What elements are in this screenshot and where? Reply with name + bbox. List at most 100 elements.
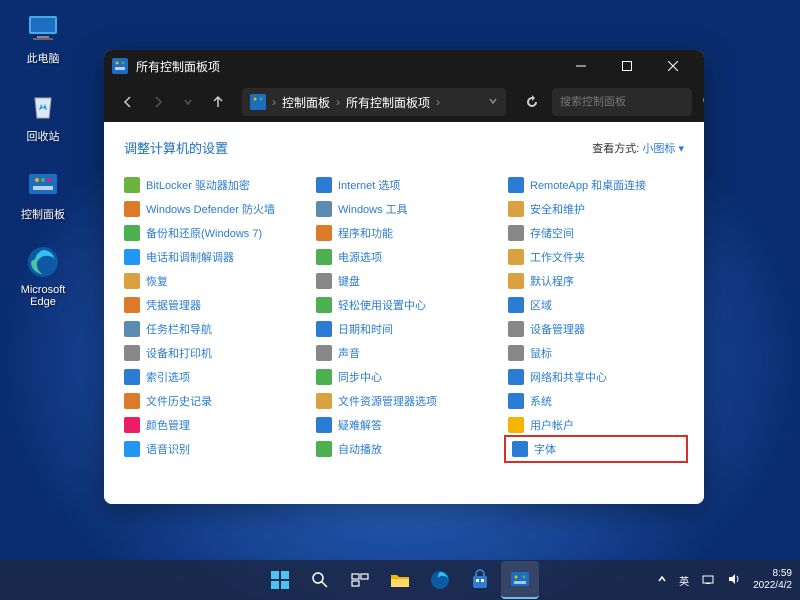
start-button[interactable] <box>261 561 299 599</box>
control-panel-item[interactable]: 索引选项 <box>124 367 300 387</box>
item-icon <box>316 177 332 193</box>
item-label: 字体 <box>534 441 556 457</box>
task-view-button[interactable] <box>341 561 379 599</box>
ime-indicator[interactable]: 英 <box>679 573 689 588</box>
control-panel-item[interactable]: Windows Defender 防火墙 <box>124 199 300 219</box>
control-panel-item[interactable]: 电源选项 <box>316 247 492 267</box>
store-button[interactable] <box>461 561 499 599</box>
search-box[interactable] <box>552 88 692 116</box>
control-panel-item[interactable]: 区域 <box>508 295 684 315</box>
maximize-button[interactable] <box>604 50 650 82</box>
control-panel-item[interactable]: 电话和调制解调器 <box>124 247 300 267</box>
breadcrumb-root[interactable]: 控制面板 <box>282 94 330 111</box>
item-label: 自动播放 <box>338 441 382 457</box>
time: 8:59 <box>753 568 792 580</box>
breadcrumb-current[interactable]: 所有控制面板项 <box>346 94 430 111</box>
control-panel-item[interactable]: Windows 工具 <box>316 199 492 219</box>
item-label: 设备和打印机 <box>146 345 212 361</box>
view-mode-link[interactable]: 小图标 ▾ <box>642 143 684 155</box>
item-label: Windows 工具 <box>338 201 408 217</box>
control-panel-item[interactable]: 任务栏和导航 <box>124 319 300 339</box>
control-panel-item[interactable]: 日期和时间 <box>316 319 492 339</box>
item-label: 凭据管理器 <box>146 297 201 313</box>
control-panel-item[interactable]: 同步中心 <box>316 367 492 387</box>
search-button[interactable] <box>301 561 339 599</box>
item-label: 文件资源管理器选项 <box>338 393 437 409</box>
explorer-button[interactable] <box>381 561 419 599</box>
breadcrumb-dropdown[interactable] <box>488 95 498 109</box>
back-button[interactable] <box>116 90 140 114</box>
search-input[interactable] <box>560 96 702 108</box>
desktop-icon-edge[interactable]: Microsoft Edge <box>8 242 78 308</box>
window-title: 所有控制面板项 <box>136 58 558 75</box>
network-icon[interactable] <box>701 572 715 589</box>
control-panel-item[interactable]: BitLocker 驱动器加密 <box>124 175 300 195</box>
item-label: Internet 选项 <box>338 177 400 193</box>
minimize-button[interactable] <box>558 50 604 82</box>
control-panel-item[interactable]: 颜色管理 <box>124 415 300 435</box>
control-panel-item[interactable]: 疑难解答 <box>316 415 492 435</box>
item-label: 同步中心 <box>338 369 382 385</box>
control-panel-item[interactable]: 恢复 <box>124 271 300 291</box>
desktop-icon-this-pc[interactable]: 此电脑 <box>8 8 78 66</box>
control-panel-item[interactable]: 文件资源管理器选项 <box>316 391 492 411</box>
control-panel-item[interactable]: 字体 <box>508 439 684 459</box>
breadcrumb-sep: › <box>436 95 440 109</box>
item-label: 声音 <box>338 345 360 361</box>
refresh-button[interactable] <box>518 88 546 116</box>
control-panel-item[interactable]: 默认程序 <box>508 271 684 291</box>
close-button[interactable] <box>650 50 696 82</box>
control-panel-item[interactable]: 存储空间 <box>508 223 684 243</box>
breadcrumb-icon <box>250 94 266 110</box>
titlebar[interactable]: 所有控制面板项 <box>104 50 704 82</box>
item-label: Windows Defender 防火墙 <box>146 201 275 217</box>
control-panel-item[interactable]: 备份和还原(Windows 7) <box>124 223 300 243</box>
date: 2022/4/2 <box>753 580 792 592</box>
control-panel-item[interactable]: 凭据管理器 <box>124 295 300 315</box>
control-panel-item[interactable]: 系统 <box>508 391 684 411</box>
item-icon <box>508 297 524 313</box>
control-panel-item[interactable]: 轻松使用设置中心 <box>316 295 492 315</box>
control-panel-item[interactable]: 用户帐户 <box>508 415 684 435</box>
breadcrumb-sep: › <box>272 95 276 109</box>
control-panel-item[interactable]: 工作文件夹 <box>508 247 684 267</box>
item-icon <box>124 393 140 409</box>
control-panel-item[interactable]: 设备和打印机 <box>124 343 300 363</box>
item-label: 恢复 <box>146 273 168 289</box>
control-panel-item[interactable]: 程序和功能 <box>316 223 492 243</box>
item-label: 语音识别 <box>146 441 190 457</box>
item-label: 键盘 <box>338 273 360 289</box>
control-panel-item[interactable]: 自动播放 <box>316 439 492 459</box>
item-label: 安全和维护 <box>530 201 585 217</box>
forward-button[interactable] <box>146 90 170 114</box>
control-panel-item[interactable]: 文件历史记录 <box>124 391 300 411</box>
breadcrumb[interactable]: › 控制面板 › 所有控制面板项 › <box>242 88 506 116</box>
item-label: 电话和调制解调器 <box>146 249 234 265</box>
control-panel-taskbar-button[interactable] <box>501 561 539 599</box>
this-pc-icon <box>23 8 63 48</box>
desktop-icon-recycle-bin[interactable]: 回收站 <box>8 86 78 144</box>
tray-chevron-icon[interactable] <box>657 574 667 587</box>
control-panel-item[interactable]: RemoteApp 和桌面连接 <box>508 175 684 195</box>
item-label: 任务栏和导航 <box>146 321 212 337</box>
desktop-icon-control-panel[interactable]: 控制面板 <box>8 164 78 222</box>
up-button[interactable] <box>206 90 230 114</box>
control-panel-item[interactable]: Internet 选项 <box>316 175 492 195</box>
item-icon <box>124 321 140 337</box>
control-panel-item[interactable]: 声音 <box>316 343 492 363</box>
control-panel-window: 所有控制面板项 › 控制面板 › 所有控制面板项 › 调整计算机的设置 查看方式… <box>104 50 704 504</box>
control-panel-item[interactable]: 安全和维护 <box>508 199 684 219</box>
item-label: 网络和共享中心 <box>530 369 607 385</box>
content-area: 调整计算机的设置 查看方式: 小图标 ▾ BitLocker 驱动器加密Inte… <box>104 122 704 504</box>
item-label: 默认程序 <box>530 273 574 289</box>
recent-dropdown[interactable] <box>176 90 200 114</box>
control-panel-item[interactable]: 语音识别 <box>124 439 300 459</box>
control-panel-item[interactable]: 网络和共享中心 <box>508 367 684 387</box>
control-panel-item[interactable]: 键盘 <box>316 271 492 291</box>
control-panel-item[interactable]: 鼠标 <box>508 343 684 363</box>
edge-button[interactable] <box>421 561 459 599</box>
item-icon <box>316 417 332 433</box>
volume-icon[interactable] <box>727 572 741 589</box>
control-panel-item[interactable]: 设备管理器 <box>508 319 684 339</box>
clock[interactable]: 8:59 2022/4/2 <box>753 568 792 592</box>
